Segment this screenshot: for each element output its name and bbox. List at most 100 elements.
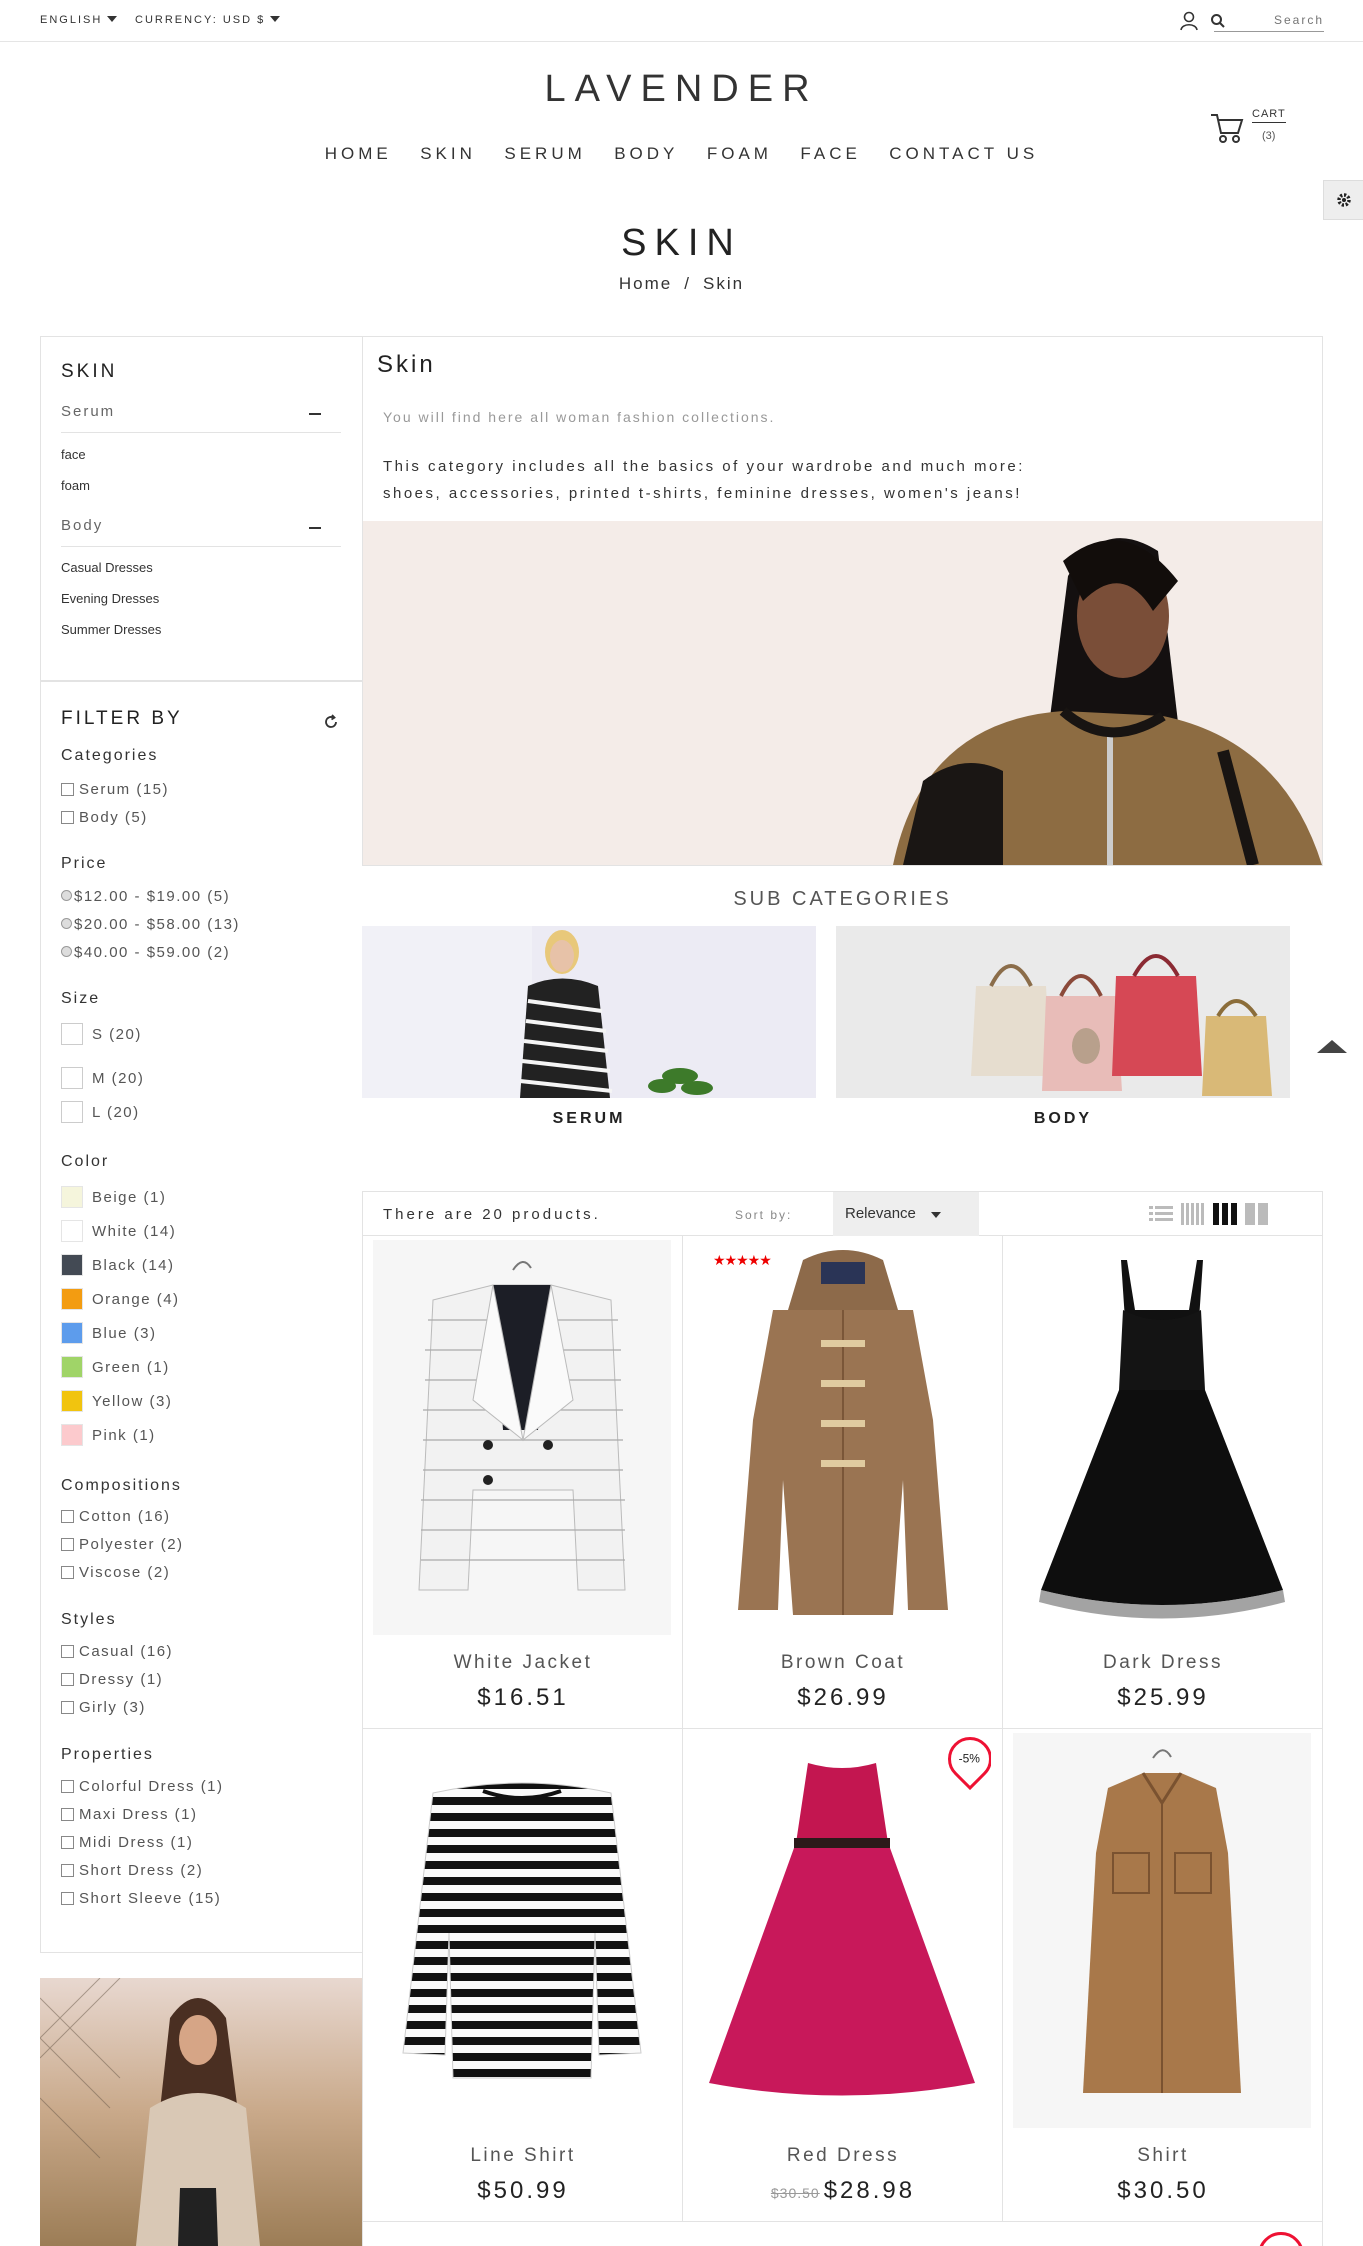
collapse-icon[interactable]	[309, 413, 321, 415]
filter-option[interactable]: Polyester (2)	[61, 1536, 184, 1554]
grid-2-view-icon[interactable]	[1245, 1203, 1269, 1225]
filter-option[interactable]: Midi Dress (1)	[61, 1834, 193, 1852]
filter-option[interactable]: Maxi Dress (1)	[61, 1806, 198, 1824]
user-icon[interactable]	[1180, 11, 1198, 31]
nav-face[interactable]: FACE	[800, 144, 860, 164]
product-name[interactable]: Red Dress	[683, 2145, 1003, 2167]
checkbox[interactable]	[61, 811, 74, 824]
checkbox[interactable]	[61, 1673, 74, 1686]
checkbox[interactable]	[61, 1510, 74, 1523]
color-swatch[interactable]	[61, 1288, 83, 1310]
collapse-icon[interactable]	[309, 527, 321, 529]
subcategory-foam[interactable]: foam	[61, 478, 90, 493]
category-serum[interactable]: Serum	[61, 403, 341, 433]
product-card[interactable]: White Jacket $16.51	[363, 1236, 683, 1729]
filter-option[interactable]: Serum (15)	[61, 781, 169, 799]
color-option[interactable]: White (14)	[61, 1220, 176, 1244]
product-name[interactable]: White Jacket	[363, 1652, 683, 1674]
grid-3-view-icon[interactable]	[1213, 1203, 1237, 1225]
subcategory-image[interactable]	[362, 926, 816, 1098]
checkbox[interactable]	[61, 1864, 74, 1877]
color-swatch[interactable]	[61, 1186, 83, 1208]
product-image[interactable]	[1013, 1733, 1311, 2128]
filter-option[interactable]: $12.00 - $19.00 (5)	[61, 888, 230, 906]
back-to-top-icon[interactable]	[1317, 1040, 1347, 1053]
filter-option[interactable]: L (20)	[61, 1101, 140, 1125]
checkbox[interactable]	[61, 1892, 74, 1905]
grid-5-view-icon[interactable]	[1181, 1203, 1205, 1225]
color-option[interactable]: Beige (1)	[61, 1186, 166, 1210]
subcategory-face[interactable]: face	[61, 447, 86, 462]
product-image[interactable]	[373, 1240, 671, 1635]
nav-contact-us[interactable]: CONTACT US	[889, 144, 1038, 164]
subcategory-card-body[interactable]: BODY	[836, 926, 1290, 1128]
product-card[interactable]: -5% Red Dress $30.50 $28.98	[683, 1729, 1003, 2222]
product-card[interactable]: Line Shirt $50.99	[363, 1729, 683, 2222]
subcategory-casual-dresses[interactable]: Casual Dresses	[61, 560, 153, 575]
language-selector[interactable]: ENGLISH	[40, 14, 118, 26]
color-option[interactable]: Green (1)	[61, 1356, 170, 1380]
subcategory-label[interactable]: BODY	[836, 1110, 1290, 1128]
checkbox[interactable]	[61, 1780, 74, 1793]
search-icon[interactable]	[1210, 13, 1226, 29]
product-name[interactable]: Dark Dress	[1003, 1652, 1323, 1674]
brand-logo[interactable]: LAVENDER	[0, 68, 1363, 111]
color-swatch[interactable]	[61, 1220, 83, 1242]
filter-option[interactable]: Short Dress (2)	[61, 1862, 203, 1880]
radio[interactable]	[61, 946, 72, 957]
checkbox[interactable]	[61, 1645, 74, 1658]
product-name[interactable]: Brown Coat	[683, 1652, 1003, 1674]
filter-option[interactable]: Body (5)	[61, 809, 148, 827]
side-banner-image[interactable]	[40, 1978, 362, 2246]
product-image[interactable]	[373, 1733, 671, 2128]
color-swatch[interactable]	[61, 1322, 83, 1344]
cart-button[interactable]: CART (3)	[1210, 108, 1290, 148]
search-box[interactable]	[1214, 8, 1324, 32]
nav-serum[interactable]: SERUM	[504, 144, 585, 164]
product-image[interactable]: -5%	[693, 1733, 991, 2128]
filter-option[interactable]: Colorful Dress (1)	[61, 1778, 224, 1796]
checkbox[interactable]	[61, 783, 74, 796]
subcategory-summer-dresses[interactable]: Summer Dresses	[61, 622, 161, 637]
nav-body[interactable]: BODY	[614, 144, 678, 164]
color-swatch[interactable]	[61, 1390, 83, 1412]
product-card[interactable]: Dark Dress $25.99	[1003, 1236, 1323, 1729]
checkbox[interactable]	[61, 1566, 74, 1579]
nav-skin[interactable]: SKIN	[420, 144, 476, 164]
nav-foam[interactable]: FOAM	[707, 144, 772, 164]
color-option[interactable]: Pink (1)	[61, 1424, 156, 1448]
settings-tab[interactable]	[1323, 180, 1363, 220]
filter-option[interactable]: Girly (3)	[61, 1699, 146, 1717]
category-body[interactable]: Body	[61, 517, 341, 547]
filter-option[interactable]: S (20)	[61, 1023, 142, 1047]
checkbox[interactable]	[61, 1836, 74, 1849]
checkbox[interactable]	[61, 1101, 83, 1123]
filter-option[interactable]: $20.00 - $58.00 (13)	[61, 916, 240, 934]
radio[interactable]	[61, 918, 72, 929]
product-name[interactable]: Shirt	[1003, 2145, 1323, 2167]
subcategory-image[interactable]	[836, 926, 1290, 1098]
sort-select[interactable]: Relevance	[833, 1192, 979, 1236]
product-card[interactable]: Shirt $30.50	[1003, 1729, 1323, 2222]
search-input[interactable]	[1214, 8, 1324, 31]
color-option[interactable]: Black (14)	[61, 1254, 175, 1278]
subcategory-evening-dresses[interactable]: Evening Dresses	[61, 591, 159, 606]
checkbox[interactable]	[61, 1023, 83, 1045]
product-card[interactable]: ★★★★★ Brown Coat $26.99	[683, 1236, 1003, 1729]
product-image[interactable]	[1013, 1240, 1311, 1635]
color-option[interactable]: Blue (3)	[61, 1322, 157, 1346]
checkbox[interactable]	[61, 1808, 74, 1821]
currency-selector[interactable]: CURRENCY: USD $	[135, 14, 281, 26]
breadcrumb-home[interactable]: Home	[619, 274, 672, 293]
filter-option[interactable]: Cotton (16)	[61, 1508, 171, 1526]
checkbox[interactable]	[61, 1701, 74, 1714]
filter-option[interactable]: Viscose (2)	[61, 1564, 170, 1582]
nav-home[interactable]: HOME	[325, 144, 392, 164]
checkbox[interactable]	[61, 1538, 74, 1551]
filter-option[interactable]: M (20)	[61, 1067, 144, 1091]
subcategory-label[interactable]: SERUM	[362, 1110, 816, 1128]
list-view-icon[interactable]	[1149, 1203, 1173, 1225]
color-swatch[interactable]	[61, 1254, 83, 1276]
product-image[interactable]: ★★★★★	[693, 1240, 991, 1635]
radio[interactable]	[61, 890, 72, 901]
